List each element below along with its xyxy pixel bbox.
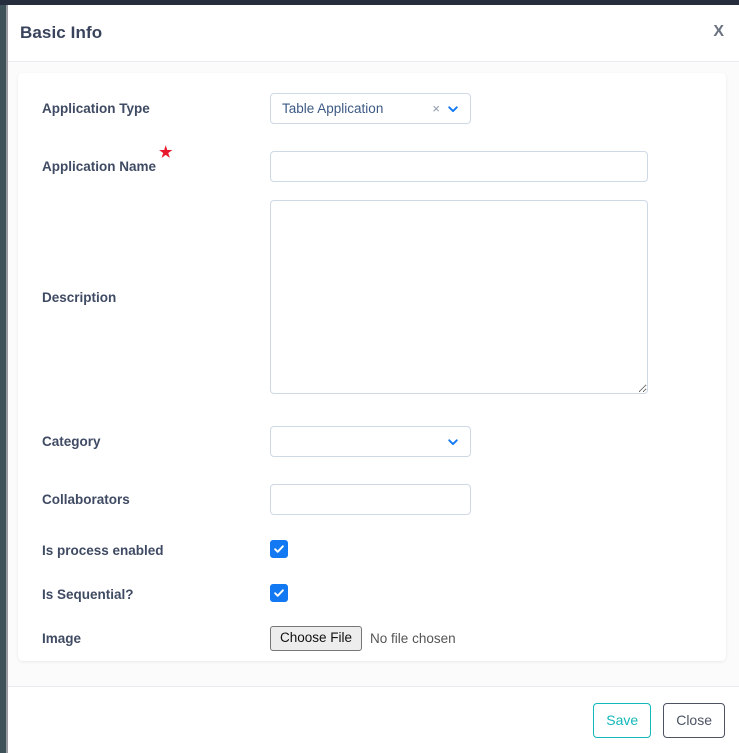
row-is-sequential: Is Sequential? (18, 584, 726, 604)
is-sequential-label: Is Sequential? (42, 586, 134, 602)
close-icon[interactable]: X (710, 22, 727, 42)
row-application-name: Application Name ★ (18, 145, 726, 182)
application-type-label: Application Type (42, 101, 150, 116)
description-label: Description (42, 289, 117, 305)
application-name-input[interactable] (270, 151, 648, 182)
application-type-select[interactable]: Table Application × (270, 93, 471, 124)
application-type-control: Table Application × (270, 93, 726, 124)
basic-info-card: Application Type Table Application × App… (18, 73, 726, 661)
category-control (270, 426, 726, 457)
image-label: Image (42, 630, 82, 646)
application-type-selected-value: Table Application (282, 101, 384, 116)
application-name-label-text: Application Name (42, 159, 157, 174)
image-control: Choose File No file chosen (270, 625, 726, 651)
choose-file-button[interactable]: Choose File (270, 625, 363, 651)
page-root: Basic Info X Application Type Table Appl… (0, 0, 739, 753)
modal-body: Application Type Table Application × App… (8, 62, 739, 686)
modal-footer: Save Close (8, 686, 739, 753)
collaborators-input[interactable] (270, 484, 471, 515)
chevron-down-icon[interactable] (447, 436, 470, 448)
is-sequential-checkbox[interactable] (270, 584, 288, 602)
image-file-input[interactable]: Choose File No file chosen (270, 625, 726, 651)
required-star-icon: ★ (159, 144, 173, 161)
collaborators-control (270, 484, 726, 515)
is-process-enabled-checkbox[interactable] (270, 540, 288, 558)
row-is-process-enabled: Is process enabled (18, 540, 726, 560)
row-description: Description (18, 199, 726, 395)
is-sequential-control (270, 584, 726, 604)
row-category: Category (18, 426, 726, 457)
save-button[interactable]: Save (593, 702, 652, 738)
file-status-text: No file chosen (370, 630, 456, 646)
row-image: Image Choose File No file chosen (18, 625, 726, 651)
row-application-type: Application Type Table Application × (18, 93, 726, 124)
modal-header: Basic Info X (8, 5, 739, 62)
category-select[interactable] (270, 426, 471, 457)
collaborators-label: Collaborators (42, 492, 130, 507)
chevron-down-icon[interactable] (447, 103, 470, 115)
cancel-button[interactable]: Close (663, 702, 725, 738)
category-label: Category (42, 434, 101, 449)
is-process-enabled-label: Is process enabled (42, 542, 164, 558)
application-name-label: Application Name ★ (18, 145, 270, 175)
row-collaborators: Collaborators (18, 484, 726, 515)
basic-info-modal: Basic Info X Application Type Table Appl… (8, 5, 739, 753)
description-control (270, 200, 726, 394)
clear-icon[interactable]: × (432, 102, 447, 116)
page-title: Basic Info (20, 23, 103, 42)
application-name-control (270, 151, 726, 182)
is-process-enabled-control (270, 540, 726, 560)
description-textarea[interactable] (270, 200, 648, 394)
